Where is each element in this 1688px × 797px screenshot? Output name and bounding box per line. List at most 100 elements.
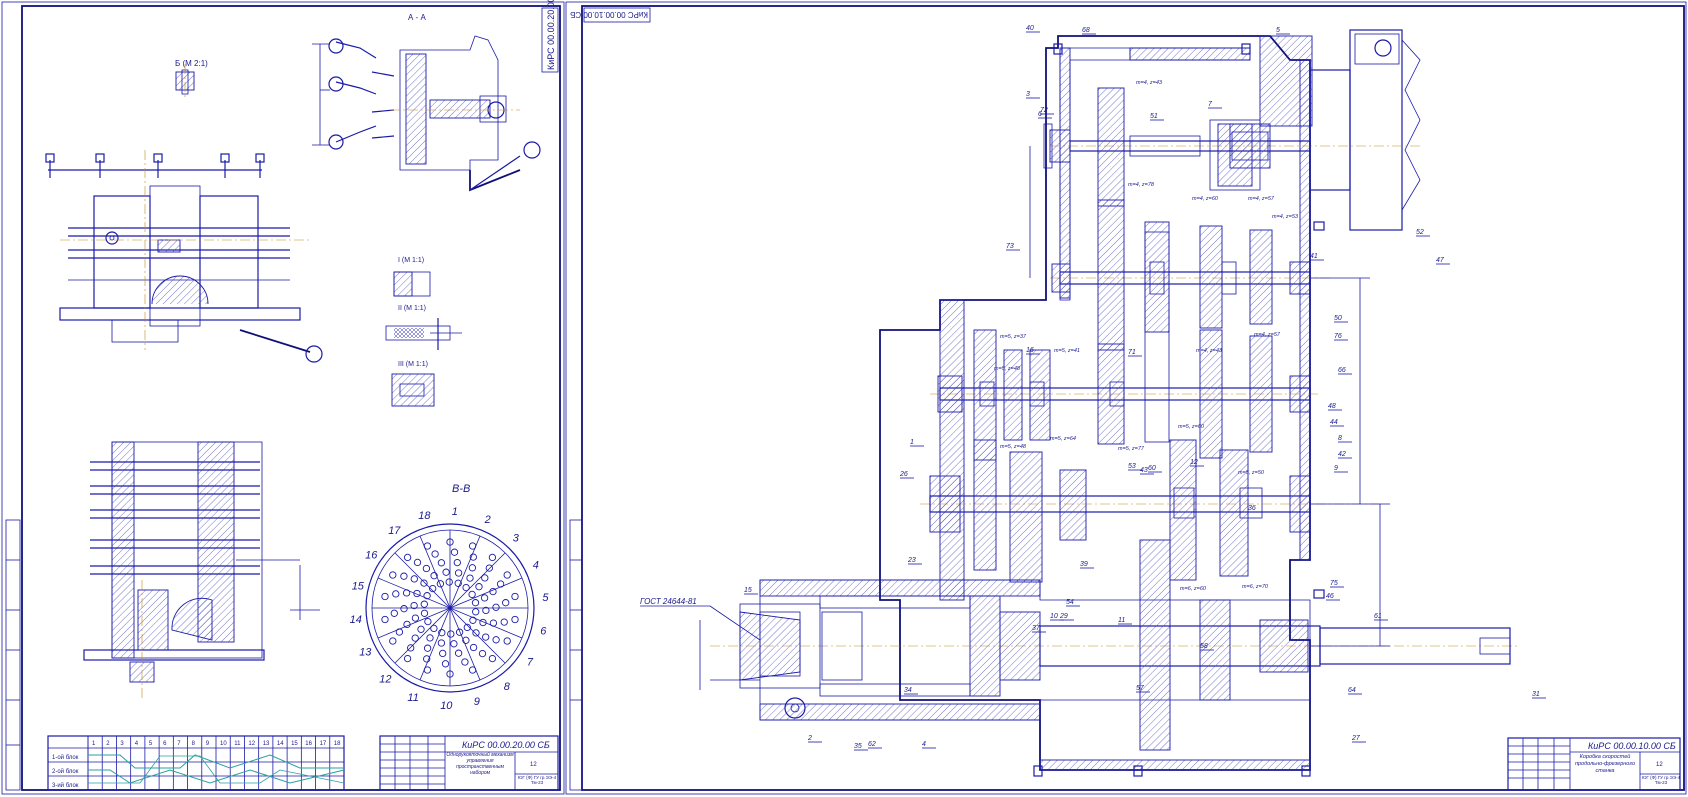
dial-hole bbox=[471, 599, 480, 607]
dial-hole bbox=[502, 599, 510, 607]
table-col-header: 14 bbox=[277, 741, 284, 747]
dial-number: 17 bbox=[388, 525, 401, 537]
callout: 46 bbox=[1326, 593, 1340, 601]
callout: 9 bbox=[1334, 465, 1348, 473]
callout: 5 bbox=[1276, 27, 1290, 35]
dial-hole bbox=[423, 666, 432, 674]
svg-text:58: 58 bbox=[1200, 643, 1208, 650]
svg-text:44: 44 bbox=[1330, 419, 1338, 426]
dial-hole bbox=[461, 658, 469, 666]
dial-hole bbox=[381, 592, 389, 601]
table-col-header: 18 bbox=[334, 741, 341, 747]
callout: 39 bbox=[1080, 561, 1094, 569]
right-title-org: ЮГ (Ф) ГУ гр.ЭЭ-4 Тм-23 bbox=[1641, 775, 1681, 785]
left-title-sheet: 12 bbox=[530, 762, 537, 768]
callout: 35 bbox=[854, 743, 868, 751]
callout: 61 bbox=[1374, 613, 1388, 621]
svg-text:64: 64 bbox=[1348, 687, 1356, 694]
dial-hole bbox=[400, 572, 408, 580]
dial-hole bbox=[445, 578, 453, 586]
callout: 15 bbox=[744, 587, 758, 595]
svg-text:43: 43 bbox=[1140, 467, 1148, 474]
svg-text:41: 41 bbox=[1310, 253, 1318, 260]
dial-hole bbox=[468, 564, 477, 572]
dial-number: 5 bbox=[542, 592, 549, 604]
callout: 52 bbox=[1416, 229, 1430, 237]
dial-hole bbox=[503, 637, 511, 645]
view-1-label: I (М 1:1) bbox=[398, 257, 424, 264]
dial-hole bbox=[426, 634, 434, 642]
svg-text:4: 4 bbox=[922, 741, 926, 748]
dial-hole bbox=[430, 624, 438, 633]
callout: 64 bbox=[1348, 687, 1362, 695]
dial-hole bbox=[475, 583, 483, 591]
svg-text:48: 48 bbox=[1328, 403, 1336, 410]
dial-number: 4 bbox=[533, 560, 539, 572]
gear-label: m=6, z=60 bbox=[1180, 586, 1207, 592]
svg-text:29: 29 bbox=[1059, 613, 1068, 620]
svg-text:60: 60 bbox=[1148, 465, 1156, 472]
svg-text:7: 7 bbox=[1208, 101, 1213, 108]
dial-hole bbox=[469, 643, 478, 652]
table-col-header: 9 bbox=[206, 741, 210, 747]
table-col-header: 16 bbox=[305, 741, 312, 747]
dial-hole bbox=[437, 559, 446, 567]
shaft-1 bbox=[1043, 87, 1420, 207]
callout: 51 bbox=[1150, 113, 1164, 121]
dial-hole bbox=[462, 583, 470, 592]
right-title-code: КиРС 00.00.10.00 СБ bbox=[1588, 741, 1676, 751]
gear-label: m=5, z=48 bbox=[1000, 444, 1027, 450]
dial-hole bbox=[400, 605, 408, 613]
dial-hole bbox=[392, 590, 400, 598]
callout: 1 bbox=[910, 439, 924, 447]
callout: 26 bbox=[899, 471, 914, 479]
svg-text:39: 39 bbox=[1080, 561, 1088, 568]
section-bb-label: В-В bbox=[452, 483, 470, 495]
svg-text:52: 52 bbox=[1416, 229, 1424, 236]
svg-text:62: 62 bbox=[868, 741, 876, 748]
svg-text:31: 31 bbox=[1532, 691, 1540, 698]
svg-text:11: 11 bbox=[1118, 617, 1125, 624]
svg-text:66: 66 bbox=[1338, 367, 1346, 374]
table-col-header: 2 bbox=[106, 741, 110, 747]
svg-text:37: 37 bbox=[1032, 625, 1041, 632]
svg-text:40: 40 bbox=[1026, 25, 1034, 32]
gear-label: m=4, z=57 bbox=[1254, 332, 1281, 338]
dial-hole bbox=[453, 558, 461, 567]
dial-hole bbox=[407, 644, 415, 652]
table-col-header: 1 bbox=[92, 741, 96, 747]
callout: 12 bbox=[1190, 459, 1204, 467]
svg-text:2: 2 bbox=[807, 735, 812, 742]
svg-text:34: 34 bbox=[904, 687, 912, 694]
dial-hole bbox=[439, 649, 447, 658]
svg-text:12: 12 bbox=[1190, 459, 1198, 466]
dial-number: 2 bbox=[484, 514, 491, 526]
table-col-header: 4 bbox=[135, 741, 139, 747]
selector-section bbox=[83, 441, 320, 700]
gear-label: m=5, z=50 bbox=[1238, 470, 1265, 476]
gear-label: m=4, z=43 bbox=[1196, 348, 1223, 354]
dial-hole bbox=[437, 639, 446, 647]
table-row-2: 2-ой блок bbox=[52, 768, 79, 775]
callout: 3 bbox=[1026, 91, 1040, 99]
gear-label: m=5, z=41 bbox=[1054, 348, 1080, 354]
callout: 29 bbox=[1059, 613, 1074, 621]
callout: 50 bbox=[1334, 315, 1348, 323]
dial-hole bbox=[381, 615, 389, 624]
dial-hole bbox=[488, 553, 497, 562]
dial-hole bbox=[489, 619, 498, 627]
svg-text:73: 73 bbox=[1006, 243, 1014, 250]
dial-number: 3 bbox=[513, 533, 520, 545]
dial-number: 16 bbox=[365, 550, 378, 562]
dial-number: 1 bbox=[452, 506, 458, 518]
svg-text:35: 35 bbox=[854, 743, 862, 750]
callout: 23 bbox=[907, 557, 922, 565]
table-col-header: 7 bbox=[177, 741, 181, 747]
table-col-header: 6 bbox=[163, 741, 167, 747]
shaft-2 bbox=[1050, 199, 1330, 351]
dial-hole bbox=[496, 580, 505, 588]
dial-hole bbox=[403, 654, 412, 663]
dial-hole bbox=[417, 625, 425, 633]
dial-hole bbox=[420, 579, 428, 587]
dial-hole bbox=[500, 618, 508, 626]
